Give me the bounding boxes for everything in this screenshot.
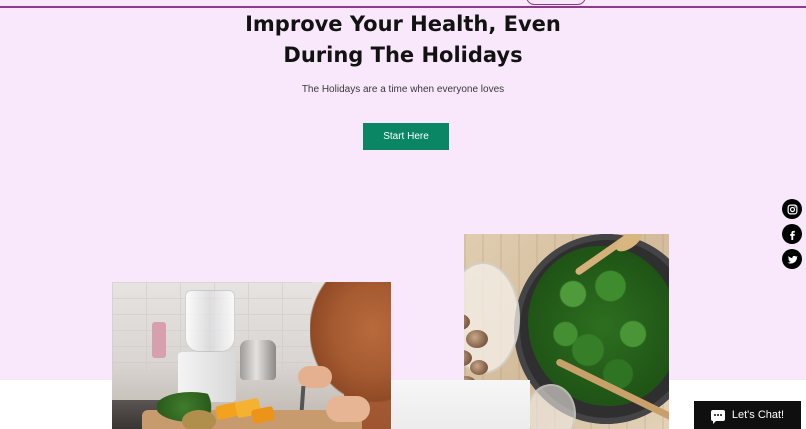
hero-title-line1: Improve Your Health, Even <box>245 12 561 36</box>
facebook-icon[interactable] <box>782 224 802 244</box>
hero-title-line2: During The Holidays <box>283 43 523 67</box>
twitter-icon[interactable] <box>782 249 802 269</box>
content-card <box>392 380 530 429</box>
social-bar <box>782 199 802 269</box>
chat-bubble-icon <box>710 409 725 424</box>
kitchen-photo <box>112 282 391 429</box>
instagram-icon[interactable] <box>782 199 802 219</box>
header-pill-button[interactable] <box>526 0 586 5</box>
lets-chat-button[interactable]: Let's Chat! <box>694 401 801 429</box>
top-divider <box>0 6 806 8</box>
hero-title: Improve Your Health, Even During The Hol… <box>203 9 603 71</box>
chat-label: Let's Chat! <box>731 409 785 421</box>
start-here-button[interactable]: Start Here <box>363 123 449 150</box>
hero-subtitle: The Holidays are a time when everyone lo… <box>301 84 505 95</box>
page: Improve Your Health, Even During The Hol… <box>0 0 806 429</box>
